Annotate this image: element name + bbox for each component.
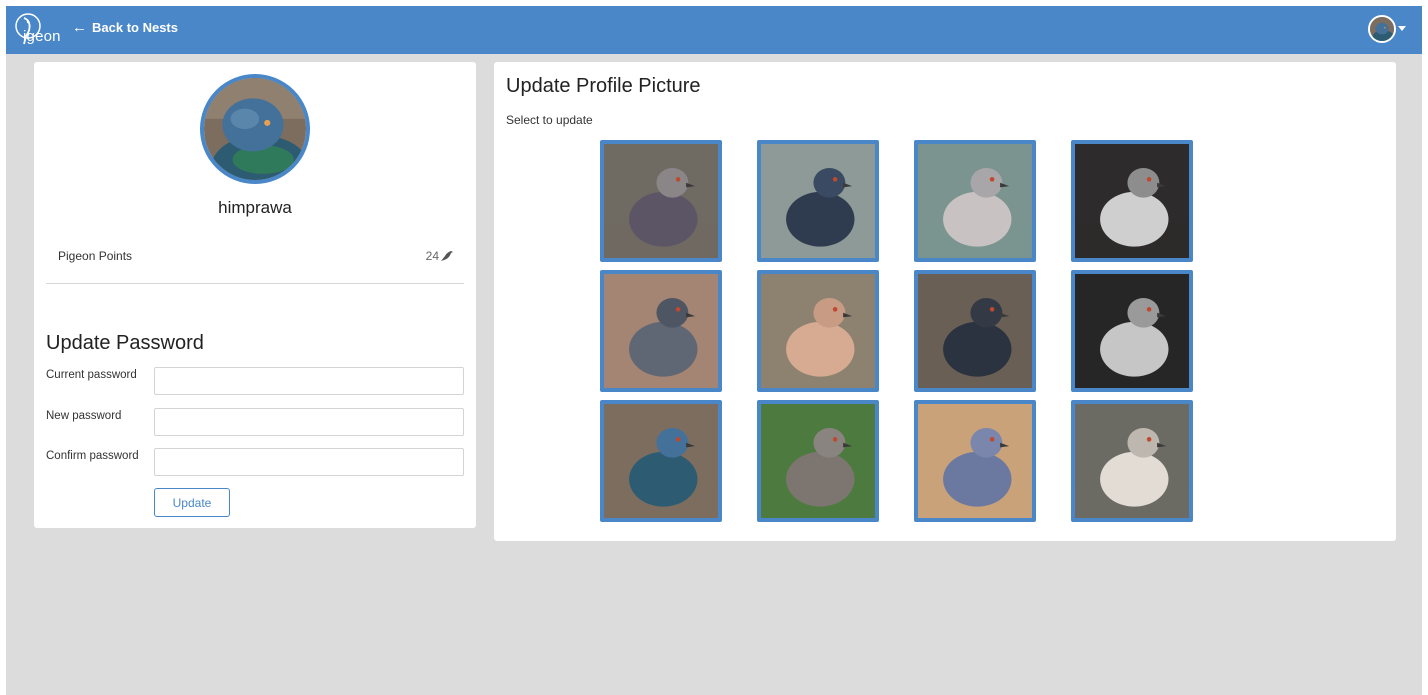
update-profile-picture-title: Update Profile Picture	[506, 75, 701, 97]
new-password-field[interactable]	[154, 408, 464, 436]
pigeon-photo-image	[761, 144, 875, 258]
profile-picture-option-dove-on-branch[interactable]	[757, 400, 879, 522]
pigeon-photo-image	[604, 404, 718, 518]
arrow-left-icon: ←	[72, 19, 87, 36]
profile-picture-option-griffon-vulture[interactable]	[1071, 400, 1193, 522]
pigeon-points-value-group: 24	[426, 249, 454, 263]
update-password-title: Update Password	[46, 332, 204, 354]
current-password-label: Current password	[46, 369, 137, 381]
profile-picture-option-dove-in-cage[interactable]	[757, 270, 879, 392]
app-container: igeon ← Back to Nests himprawa Pigeon Po…	[6, 6, 1422, 695]
profile-picture-grid	[600, 140, 1193, 522]
pigeon-logo[interactable]: igeon	[10, 10, 74, 50]
pigeon-photo-image	[1075, 404, 1189, 518]
confirm-password-label: Confirm password	[46, 450, 139, 462]
pigeon-photo-image	[1075, 274, 1189, 388]
select-to-update-hint: Select to update	[506, 113, 593, 127]
avatar-image	[1370, 17, 1394, 41]
pigeon-points-value: 24	[425, 249, 439, 263]
profile-picture-option-pigeon-autumn[interactable]	[600, 270, 722, 392]
logo-text: igeon	[23, 28, 61, 45]
pigeon-photo-image	[761, 274, 875, 388]
profile-card: himprawa Pigeon Points 24 Update Passwor…	[34, 62, 476, 528]
back-to-nests-label: Back to Nests	[92, 20, 178, 35]
back-to-nests-link[interactable]: ← Back to Nests	[72, 20, 178, 35]
profile-picture-option-dark-pigeon-ground[interactable]	[914, 270, 1036, 392]
profile-picture-image	[204, 78, 306, 180]
new-password-label: New password	[46, 410, 122, 422]
pigeon-icon	[441, 251, 453, 261]
pigeon-photo-image	[918, 274, 1032, 388]
profile-picture-option-pigeon-couple[interactable]	[914, 400, 1036, 522]
profile-picture-option-grey-pigeon-portrait[interactable]	[914, 140, 1036, 262]
profile-picture-option-checkered-pigeon-dark[interactable]	[1071, 140, 1193, 262]
update-password-button[interactable]: Update	[154, 488, 230, 517]
current-password-field[interactable]	[154, 367, 464, 395]
pigeon-photo-image	[761, 404, 875, 518]
confirm-password-field[interactable]	[154, 448, 464, 476]
profile-picture-card: Update Profile Picture Select to update	[494, 62, 1396, 541]
username: himprawa	[218, 198, 292, 217]
top-navbar: igeon ← Back to Nests	[6, 6, 1422, 54]
pigeon-points-row: Pigeon Points 24	[58, 249, 454, 269]
section-divider	[46, 283, 464, 284]
profile-picture-option-rock-pigeon-closeup[interactable]	[600, 140, 722, 262]
profile-picture-option-blue-pigeon-head[interactable]	[600, 400, 722, 522]
pigeon-photo-image	[918, 144, 1032, 258]
chevron-down-icon[interactable]	[1398, 26, 1406, 31]
profile-picture-option-blue-pigeon-standing[interactable]	[757, 140, 879, 262]
pigeon-photo-image	[918, 404, 1032, 518]
pigeon-photo-image	[604, 274, 718, 388]
user-avatar-menu[interactable]	[1368, 15, 1396, 43]
profile-picture	[200, 74, 310, 184]
pigeon-photo-image	[1075, 144, 1189, 258]
profile-picture-option-white-dark-pigeon[interactable]	[1071, 270, 1193, 392]
pigeon-photo-image	[604, 144, 718, 258]
pigeon-points-label: Pigeon Points	[58, 249, 133, 263]
